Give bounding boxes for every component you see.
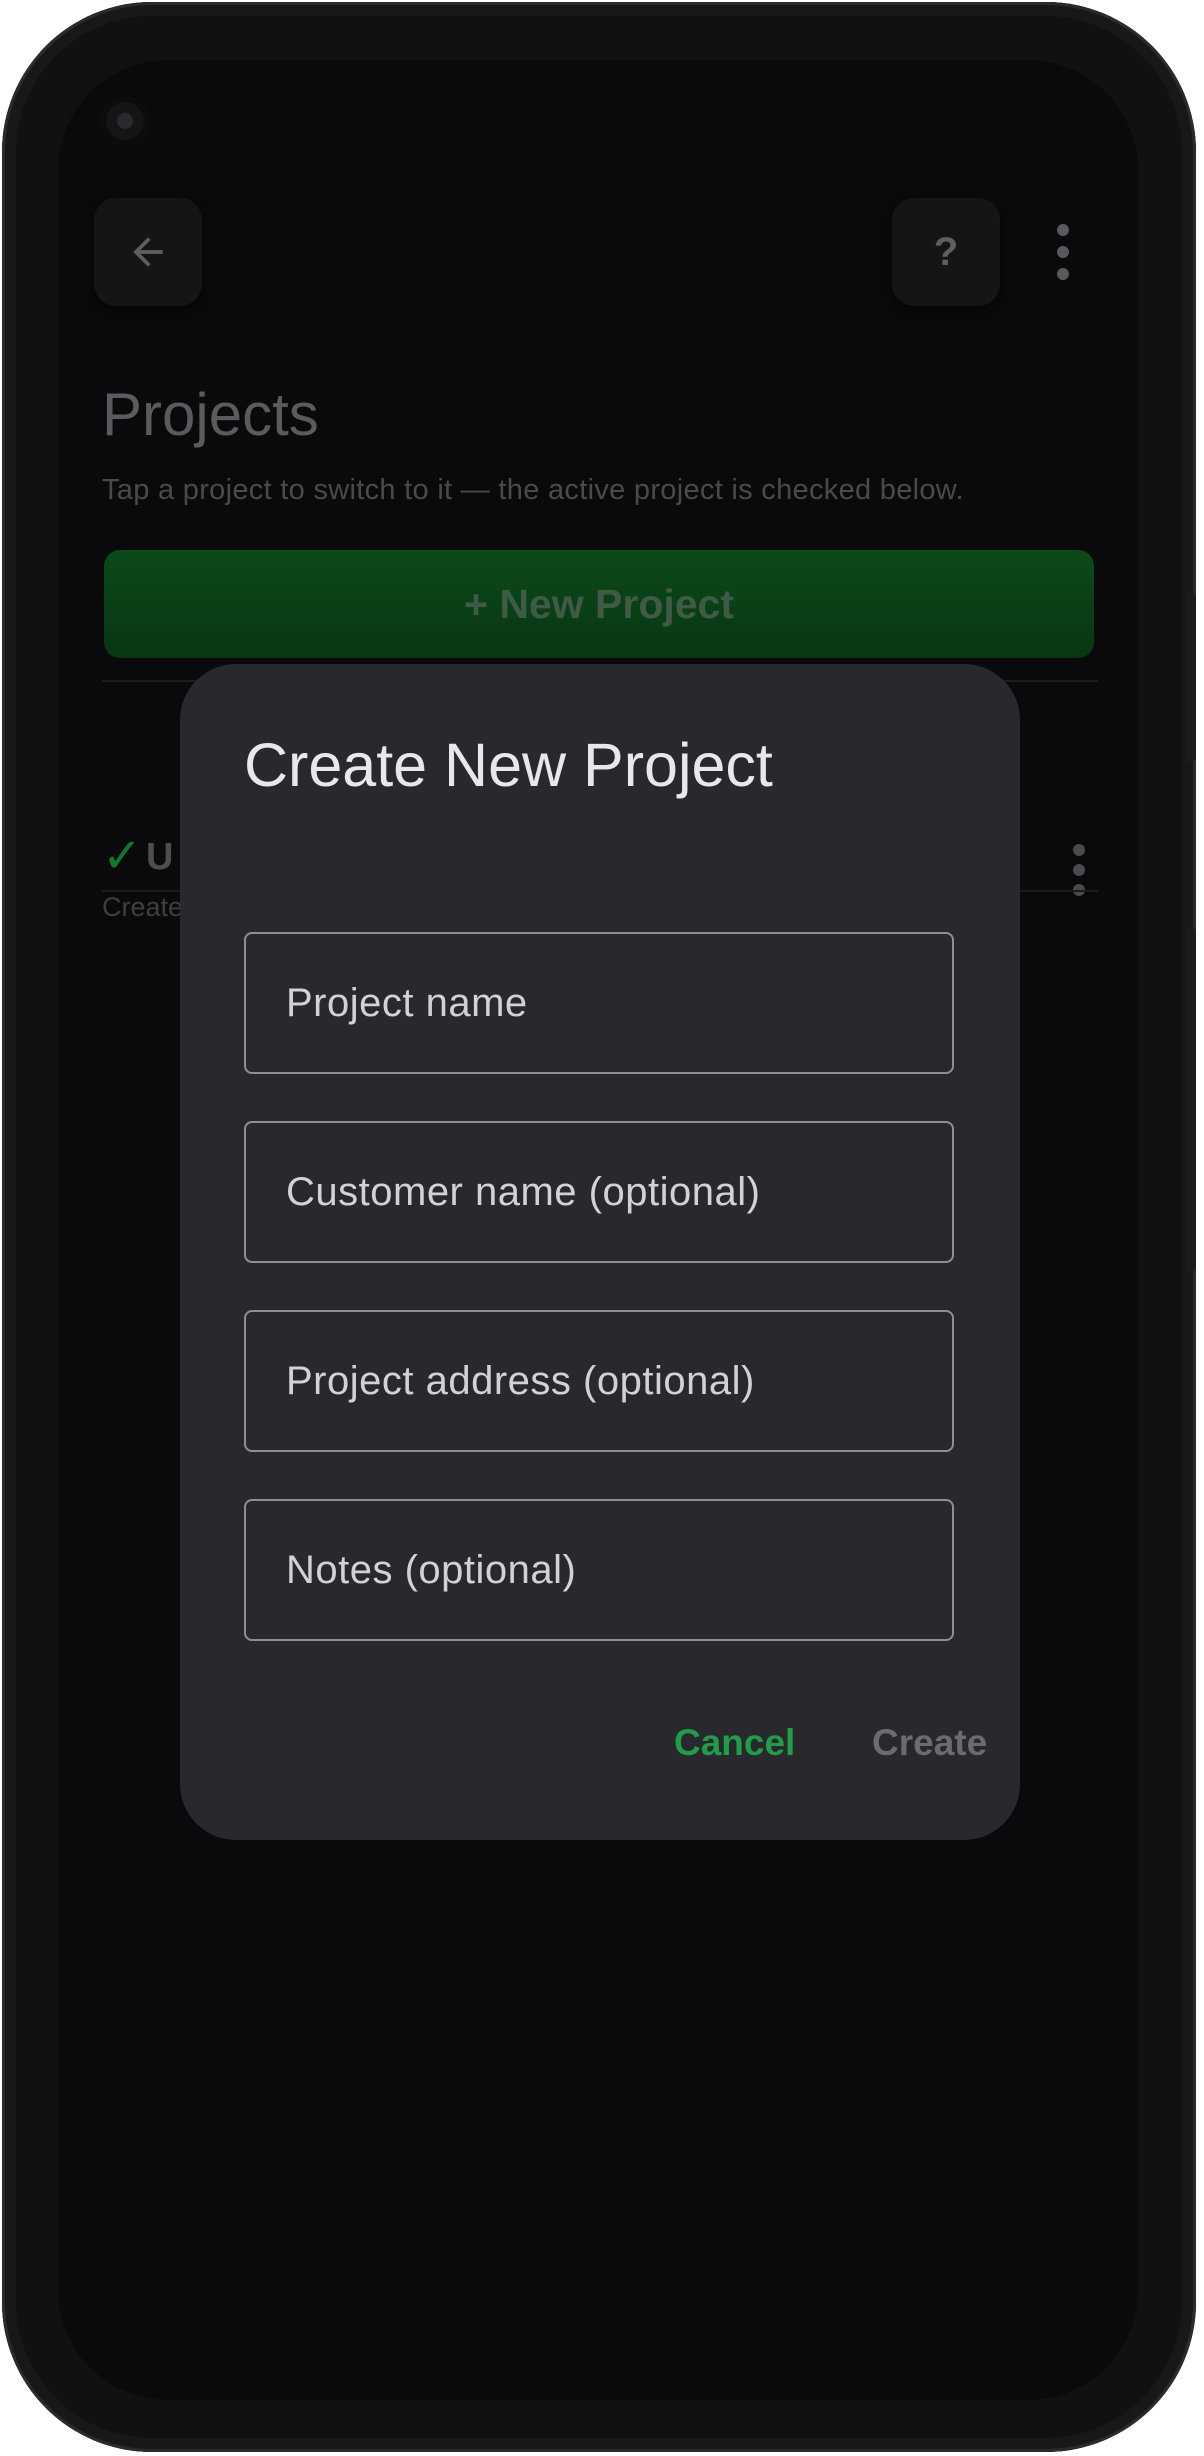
- notes-field[interactable]: [244, 1499, 954, 1641]
- more-vert-icon[interactable]: [1048, 220, 1078, 284]
- device-frame: ? Projects Tap a project to switch to it…: [2, 2, 1196, 2452]
- help-button[interactable]: ?: [892, 198, 1000, 306]
- help-icon: ?: [933, 229, 959, 274]
- page-title: Projects: [102, 381, 319, 448]
- page-subtitle: Tap a project to switch to it — the acti…: [102, 474, 964, 506]
- power-button: [1186, 592, 1196, 762]
- cancel-button[interactable]: Cancel: [674, 1722, 795, 1764]
- project-name-field[interactable]: [244, 932, 954, 1074]
- create-button[interactable]: Create: [872, 1722, 987, 1764]
- new-project-button[interactable]: + New Project: [104, 550, 1094, 658]
- front-camera: [100, 96, 150, 146]
- project-address-field[interactable]: [244, 1310, 954, 1452]
- back-arrow-icon: [133, 237, 163, 267]
- volume-button: [1186, 927, 1196, 1272]
- app-screen: ? Projects Tap a project to switch to it…: [58, 60, 1138, 2400]
- create-project-dialog: Create New Project Cancel Create: [180, 664, 1020, 1840]
- project-name: U: [146, 836, 174, 878]
- checkmark-icon: ✓: [102, 830, 143, 883]
- dialog-title: Create New Project: [244, 731, 773, 799]
- back-button[interactable]: [94, 198, 202, 306]
- project-meta: Create: [102, 892, 184, 922]
- customer-name-field[interactable]: [244, 1121, 954, 1263]
